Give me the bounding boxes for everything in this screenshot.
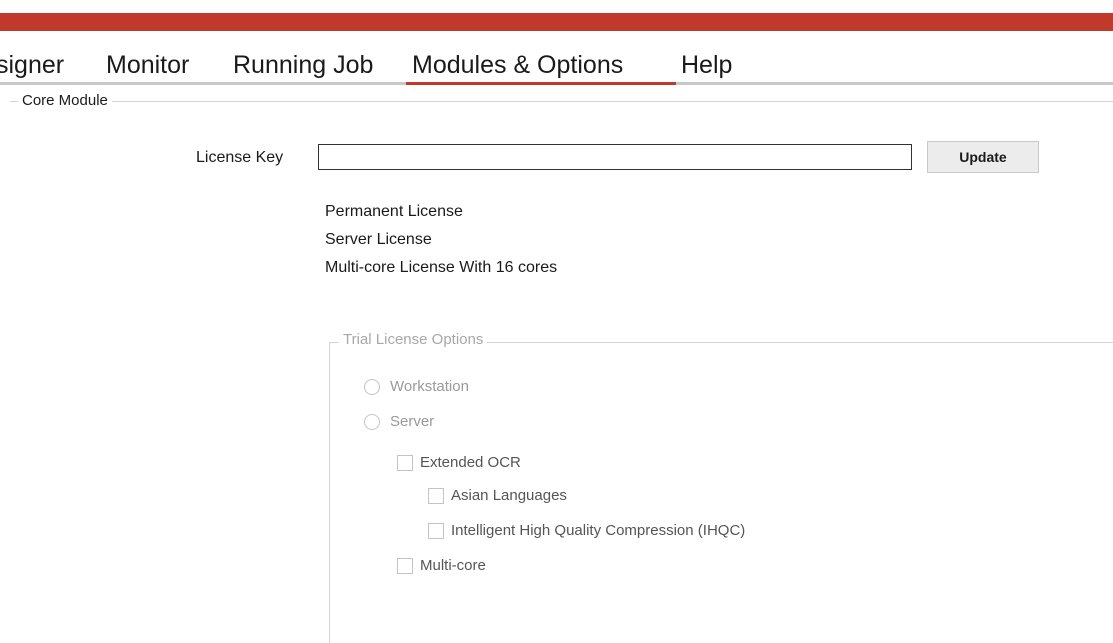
checkbox-extended-ocr[interactable]: Extended OCR — [397, 454, 521, 471]
trial-license-options-legend: Trial License Options — [339, 331, 488, 348]
checkbox-icon[interactable] — [428, 487, 444, 504]
checkbox-icon[interactable] — [428, 522, 444, 539]
core-module-group — [10, 101, 1113, 103]
license-key-input[interactable] — [318, 144, 912, 170]
update-button[interactable]: Update — [927, 141, 1039, 173]
checkbox-ihqc-label: Intelligent High Quality Compression (IH… — [451, 522, 746, 539]
checkbox-icon[interactable] — [397, 557, 413, 574]
tab-modules-options[interactable]: Modules & Options — [412, 48, 623, 82]
checkbox-ihqc[interactable]: Intelligent High Quality Compression (IH… — [428, 522, 745, 539]
core-module-legend: Core Module — [18, 92, 112, 109]
license-key-label: License Key — [196, 149, 284, 166]
active-tab-indicator — [406, 82, 676, 85]
tab-running-job[interactable]: Running Job — [233, 48, 373, 82]
tab-help[interactable]: Help — [681, 48, 732, 82]
checkbox-multi-core-label: Multi-core — [420, 557, 486, 574]
checkbox-extended-ocr-label: Extended OCR — [420, 454, 521, 471]
radio-server[interactable]: Server — [364, 413, 434, 430]
checkbox-multi-core[interactable]: Multi-core — [397, 557, 486, 574]
checkbox-asian-languages-label: Asian Languages — [451, 487, 567, 504]
license-info-multicore: Multi-core License With 16 cores — [325, 259, 558, 276]
radio-workstation[interactable]: Workstation — [364, 378, 469, 395]
checkbox-icon[interactable] — [397, 454, 413, 471]
radio-button-icon[interactable] — [364, 413, 380, 430]
license-info-server: Server License — [325, 231, 432, 248]
radio-button-icon[interactable] — [364, 378, 380, 395]
tab-designer[interactable]: signer — [0, 48, 64, 82]
checkbox-asian-languages[interactable]: Asian Languages — [428, 487, 567, 504]
tab-monitor[interactable]: Monitor — [106, 48, 189, 82]
title-bar — [0, 13, 1113, 31]
license-info-permanent: Permanent License — [325, 203, 463, 220]
radio-workstation-label: Workstation — [390, 378, 469, 395]
radio-server-label: Server — [390, 413, 435, 430]
